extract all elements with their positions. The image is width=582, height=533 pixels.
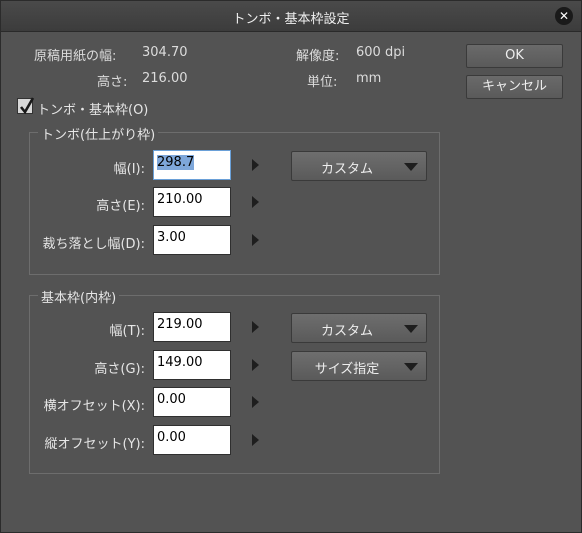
trim-preset-dropdown[interactable]: カスタム	[291, 151, 427, 181]
paper-width-label: 原稿用紙の幅:	[34, 49, 117, 64]
base-height-input[interactable]: 149.00	[153, 350, 231, 380]
trim-height-label: 高さ(E):	[96, 199, 145, 214]
ok-button[interactable]: OK	[466, 44, 563, 68]
size-mode-label: サイズ指定	[314, 362, 380, 377]
chevron-down-icon	[404, 163, 418, 171]
size-mode-dropdown[interactable]: サイズ指定	[291, 351, 427, 381]
trim-width-value: 298.7	[157, 155, 195, 170]
paper-width-value: 304.70	[142, 45, 188, 60]
base-width-label: 幅(T):	[109, 324, 145, 339]
y-offset-arrow-icon[interactable]	[252, 434, 259, 446]
trim-height-arrow-icon[interactable]	[252, 196, 259, 208]
checkmark-icon	[19, 97, 35, 115]
trim-preset-label: カスタム	[320, 162, 373, 177]
base-width-arrow-icon[interactable]	[252, 321, 259, 333]
paper-height-label: 高さ:	[97, 75, 128, 90]
unit-label: 単位:	[307, 75, 338, 90]
trim-marks-checkbox-label[interactable]: トンボ・基本枠(O)	[37, 99, 148, 118]
base-preset-label: カスタム	[320, 324, 373, 339]
base-height-arrow-icon[interactable]	[252, 359, 259, 371]
bleed-width-label: 裁ち落とし幅(D):	[42, 237, 145, 252]
title-bar[interactable]: トンボ・基本枠設定 ✕	[1, 1, 581, 32]
base-preset-dropdown[interactable]: カスタム	[291, 313, 427, 343]
base-width-input[interactable]: 219.00	[153, 312, 231, 342]
trim-height-input[interactable]: 210.00	[153, 187, 231, 217]
trim-width-label: 幅(I):	[113, 162, 145, 177]
close-icon[interactable]: ✕	[555, 7, 573, 25]
chevron-down-icon	[404, 363, 418, 371]
trim-marks-dialog: トンボ・基本枠設定 ✕ 原稿用紙の幅: 304.70 高さ: 216.00 解像…	[0, 0, 582, 533]
trim-width-arrow-icon[interactable]	[252, 159, 259, 171]
cancel-button[interactable]: キャンセル	[466, 75, 563, 99]
x-offset-label: 横オフセット(X):	[43, 399, 145, 414]
unit-value: mm	[356, 71, 382, 86]
window-title: トンボ・基本枠設定	[232, 12, 350, 27]
x-offset-input[interactable]: 0.00	[153, 387, 231, 417]
resolution-label: 解像度:	[296, 49, 340, 64]
trim-frame-group-title: トンボ(仕上がり枠)	[38, 124, 159, 143]
base-frame-group-title: 基本枠(内枠)	[38, 287, 120, 306]
trim-width-input[interactable]: 298.7	[153, 150, 231, 180]
chevron-down-icon	[404, 325, 418, 333]
y-offset-input[interactable]: 0.00	[153, 425, 231, 455]
base-height-label: 高さ(G):	[94, 362, 145, 377]
resolution-value: 600 dpi	[356, 45, 406, 60]
paper-height-value: 216.00	[142, 71, 188, 86]
x-offset-arrow-icon[interactable]	[252, 396, 259, 408]
bleed-width-arrow-icon[interactable]	[252, 234, 259, 246]
trim-marks-checkbox[interactable]	[17, 97, 35, 115]
y-offset-label: 縦オフセット(Y):	[44, 437, 145, 452]
bleed-width-input[interactable]: 3.00	[153, 225, 231, 255]
